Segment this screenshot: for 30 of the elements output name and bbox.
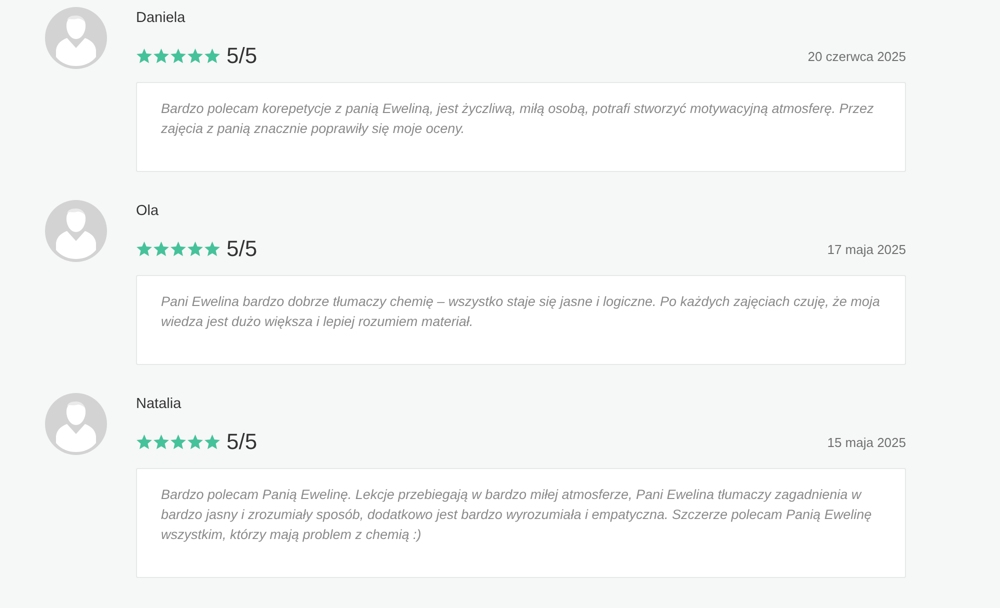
star-icon: [204, 241, 220, 257]
star-icon: [170, 434, 186, 450]
rating-score: 5/5: [226, 237, 258, 261]
star-icon: [204, 434, 220, 450]
review-text: Bardzo polecam korepetycje z panią Eweliną, jest życzliwą, miłą osobą, potrafi stworzyć motywacyjną atmosferę. Przez zajęcia z panią znacznie poprawiły się moje oceny.: [161, 100, 875, 138]
review-date: 15 maja 2025: [827, 434, 906, 450]
star-icon: [153, 434, 170, 450]
review-text: Bardzo polecam Panią Ewelinę. Lekcje przebiegają w bardzo miłej atmosferze, Pani Ewelina tłumaczy zagadnienia w bardzo jasny i zrozumiały sposób, dodatkowo jest bardzo wyrozumiała i empatyczna. Szczerze polecam Panią Ewelinę wszystkim, którzy mają problem z chemią :): [161, 486, 873, 544]
rating-score: 5/5: [226, 430, 258, 454]
star-icon: [170, 241, 186, 257]
star-icon: [136, 48, 152, 64]
reviewer-name: Daniela: [136, 9, 186, 28]
star-icon: [187, 241, 204, 257]
star-icon: [187, 48, 204, 64]
star-icon: [136, 241, 152, 257]
star-icon: [204, 48, 220, 64]
person-silhouette-icon: [45, 7, 107, 69]
review-date: 20 czerwca 2025: [808, 48, 906, 64]
person-silhouette-icon: [45, 393, 107, 455]
star-icon: [153, 241, 170, 257]
reviewer-name: Ola: [136, 202, 159, 221]
rating-score: 5/5: [226, 44, 258, 68]
star-icon: [187, 434, 204, 450]
star-icon: [153, 48, 170, 64]
reviewer-name: Natalia: [136, 395, 182, 414]
person-silhouette-icon: [45, 200, 107, 262]
review-date: 17 maja 2025: [827, 242, 906, 256]
star-icon: [170, 48, 186, 64]
star-icon: [136, 434, 152, 450]
review-text: Pani Ewelina bardzo dobrze tłumaczy chemię – wszystko staje się jasne i logiczne. Po każdych zajęciach czuję, że moja wiedza jest dużo większa i lepiej rozumiem materiał.: [161, 293, 881, 331]
